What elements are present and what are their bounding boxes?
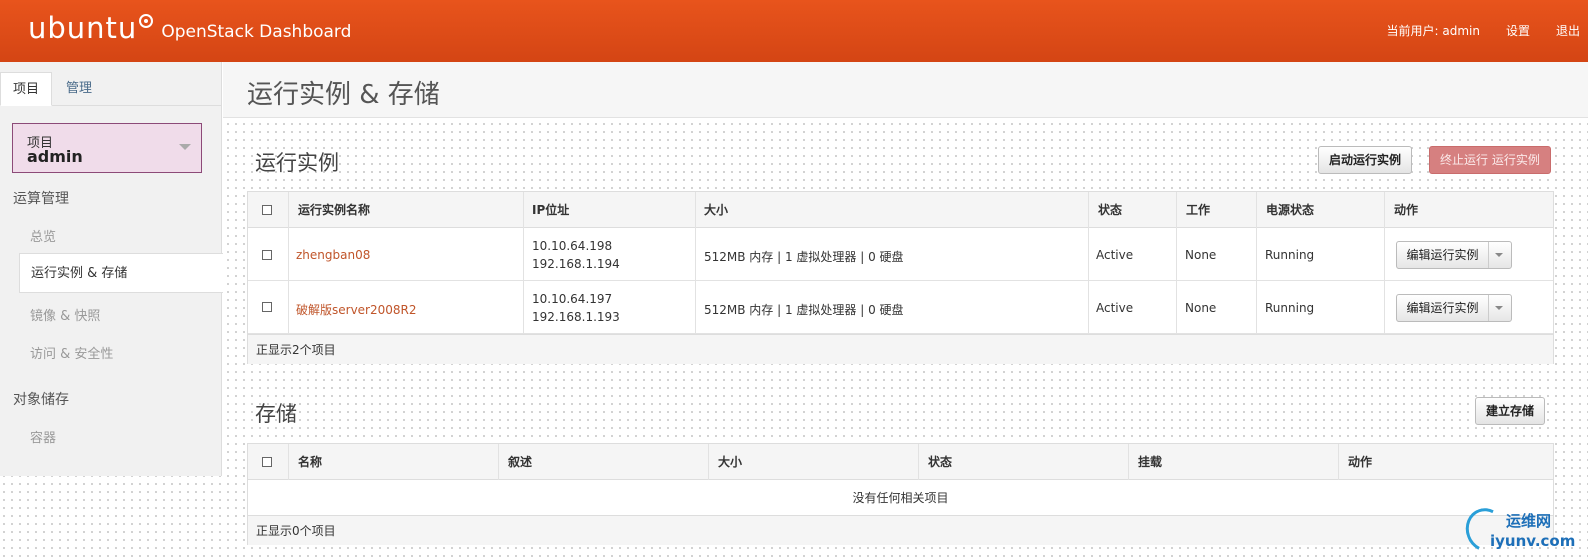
instance-status: Active (1096, 301, 1134, 315)
col-name[interactable]: 名称 (298, 444, 322, 480)
col-size[interactable]: 大小 (704, 192, 728, 228)
col-actions: 动作 (1348, 455, 1373, 469)
watermark-logo: 运维网 iyunv.com (1459, 502, 1588, 558)
table-footer: 正显示0个项目 (248, 515, 1553, 545)
instance-ip: 10.10.64.197 (532, 292, 613, 306)
select-all-checkbox[interactable] (262, 205, 272, 215)
page-title: 运行实例 & 存储 (247, 80, 440, 110)
column-divider (288, 444, 289, 480)
table-row: 破解版server2008R2 10.10.64.197 192.168.1.1… (248, 282, 1553, 334)
instance-ip: 192.168.1.193 (532, 310, 620, 324)
col-ip[interactable]: IP位址 (532, 192, 569, 228)
instance-name-link[interactable]: zhengban08 (296, 248, 370, 262)
col-size[interactable]: 大小 (718, 444, 742, 480)
volumes-table: 名称 叙述 大小 状态 挂载 动作 没有任何相关项目 正显示0个项目 (247, 443, 1554, 545)
instance-size: 512MB 内存 | 1 虚拟处理器 | 0 硬盘 (704, 250, 904, 264)
caret-down-icon[interactable] (1495, 253, 1503, 257)
instance-task: None (1185, 248, 1217, 262)
terminate-instances-button[interactable]: 终止运行 运行实例 (1429, 146, 1551, 174)
instances-title: 运行实例 (255, 151, 339, 175)
project-value: admin (27, 147, 83, 166)
instance-power: Running (1265, 248, 1315, 262)
col-task[interactable]: 工作 (1186, 192, 1210, 228)
sidebar: 项目 管理 项目 admin 运算管理 总览 运行实例 & 存储 镜像 & 快照… (0, 62, 223, 476)
launch-instance-button[interactable]: 启动运行实例 (1318, 146, 1413, 174)
tab-admin[interactable]: 管理 (54, 72, 104, 106)
column-divider (498, 444, 499, 480)
caret-down-icon[interactable] (1495, 306, 1503, 310)
top-navbar: ubuntu OpenStack Dashboard 当前用户: admin 设… (0, 0, 1588, 62)
column-divider (918, 444, 919, 480)
item-count: 正显示0个项目 (256, 524, 336, 538)
tab-project[interactable]: 项目 (0, 72, 53, 106)
page-header: 运行实例 & 存储 (223, 62, 1588, 118)
column-divider (1338, 444, 1339, 480)
product-name: OpenStack Dashboard (161, 22, 352, 42)
volumes-title: 存储 (255, 402, 297, 426)
edit-instance-dropdown[interactable]: 编辑运行实例 (1396, 241, 1512, 269)
table-footer: 正显示2个项目 (248, 334, 1553, 364)
settings-link[interactable]: 设置 (1506, 22, 1530, 39)
sidebar-item-images-snapshots[interactable]: 镜像 & 快照 (30, 305, 100, 324)
chevron-down-icon (179, 144, 191, 150)
instance-ip: 192.168.1.194 (532, 257, 620, 271)
column-divider (708, 444, 709, 480)
section-compute: 运算管理 (13, 191, 69, 207)
col-status[interactable]: 状态 (928, 444, 952, 480)
watermark-domain: iyunv.com (1490, 532, 1576, 550)
logout-link[interactable]: 退出 (1556, 22, 1580, 39)
user-menu: 当前用户: admin 设置 退出 (1387, 22, 1588, 39)
instance-ip: 10.10.64.198 (532, 239, 613, 253)
sidebar-item-instances-volumes[interactable]: 运行实例 & 存储 (19, 253, 223, 293)
ubuntu-logo: ubuntu (28, 11, 138, 45)
column-divider (1128, 444, 1129, 480)
create-volume-button[interactable]: 建立存储 (1475, 397, 1546, 425)
sidebar-item-overview[interactable]: 总览 (30, 226, 56, 245)
instance-status: Active (1096, 248, 1134, 262)
table-row: zhengban08 10.10.64.198 192.168.1.194 51… (248, 229, 1553, 281)
instance-power: Running (1265, 301, 1315, 315)
project-switcher[interactable]: 项目 admin (12, 123, 202, 173)
watermark-text: 运维网 (1506, 512, 1552, 530)
row-checkbox[interactable] (262, 250, 272, 260)
col-actions: 动作 (1394, 203, 1419, 217)
select-all-checkbox[interactable] (262, 457, 272, 467)
sidebar-tabs: 项目 管理 (0, 72, 222, 106)
sidebar-item-containers[interactable]: 容器 (30, 427, 56, 446)
col-name[interactable]: 运行实例名称 (298, 192, 370, 228)
edit-instance-button[interactable]: 编辑运行实例 (1397, 242, 1489, 268)
col-status[interactable]: 状态 (1098, 192, 1122, 228)
col-power[interactable]: 电源状态 (1266, 192, 1314, 228)
edit-instance-button[interactable]: 编辑运行实例 (1397, 295, 1489, 321)
sidebar-item-access-security[interactable]: 访问 & 安全性 (30, 343, 113, 362)
table-header: 名称 叙述 大小 状态 挂载 动作 (248, 444, 1553, 480)
brand[interactable]: ubuntu OpenStack Dashboard (28, 10, 351, 46)
instance-size: 512MB 内存 | 1 虚拟处理器 | 0 硬盘 (704, 303, 904, 317)
table-header: 运行实例名称 IP位址 大小 状态 工作 电源状态 动作 (248, 192, 1553, 228)
edit-instance-dropdown[interactable]: 编辑运行实例 (1396, 294, 1512, 322)
current-user: 当前用户: admin (1386, 24, 1480, 38)
col-attachments[interactable]: 挂载 (1138, 444, 1162, 480)
instances-table: 运行实例名称 IP位址 大小 状态 工作 电源状态 动作 zhengban08 … (247, 191, 1554, 364)
section-object-store: 对象储存 (13, 392, 69, 408)
instance-task: None (1185, 301, 1217, 315)
empty-message: 没有任何相关项目 (852, 491, 949, 505)
item-count: 正显示2个项目 (256, 343, 336, 357)
ubuntu-circle-icon (139, 14, 154, 28)
instance-name-link[interactable]: 破解版server2008R2 (296, 301, 417, 318)
col-description[interactable]: 叙述 (508, 444, 532, 480)
row-checkbox[interactable] (262, 302, 272, 312)
